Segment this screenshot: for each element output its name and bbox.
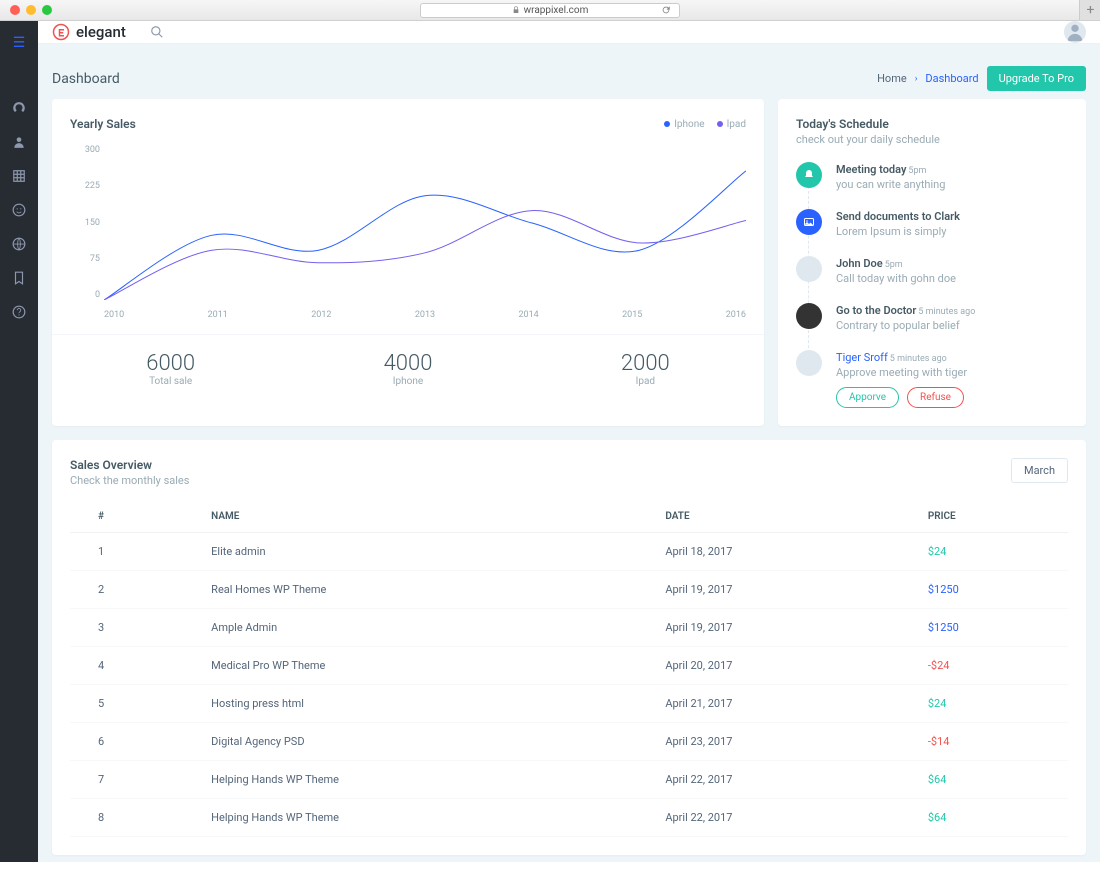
breadcrumb: Home › Dashboard Upgrade To Pro	[877, 66, 1086, 91]
avatar	[796, 350, 822, 376]
feed-item: John Doe5pm Call today with gohn doe	[796, 256, 1068, 285]
browser-chrome: wrappixel.com +	[0, 0, 1100, 21]
dashboard-icon[interactable]	[12, 101, 26, 115]
new-tab-button[interactable]: +	[1079, 0, 1100, 20]
table-row: 3Ample AdminApril 19, 2017$1250	[70, 609, 1068, 647]
col-index: #	[70, 501, 203, 533]
avatar	[796, 303, 822, 329]
smile-icon[interactable]	[12, 203, 26, 217]
url-bar[interactable]: wrappixel.com	[420, 3, 680, 18]
feed-title: Go to the Doctor	[836, 304, 916, 317]
overview-table: # NAME DATE PRICE 1Elite adminApril 18, …	[70, 501, 1068, 837]
brand[interactable]: elegant	[52, 23, 164, 41]
table-row: 6Digital Agency PSDApril 23, 2017-$14	[70, 723, 1068, 761]
reload-icon[interactable]	[661, 5, 671, 15]
sales-title: Yearly Sales	[70, 117, 136, 131]
overview-title: Sales Overview	[70, 458, 189, 472]
feed-time: 5 minutes ago	[890, 354, 947, 364]
col-price: PRICE	[920, 501, 1068, 533]
bell-icon	[796, 162, 822, 188]
topbar: elegant	[38, 21, 1100, 44]
globe-icon[interactable]	[12, 237, 26, 251]
col-name: NAME	[203, 501, 657, 533]
feed-desc: Call today with gohn doe	[836, 272, 1068, 285]
feed-time: 5pm	[885, 260, 903, 270]
crumb-home[interactable]: Home	[877, 72, 907, 85]
crumb-current[interactable]: Dashboard	[925, 72, 978, 85]
x-axis: 2010201120122013201420152016	[104, 310, 746, 320]
schedule-subtitle: check out your daily schedule	[796, 133, 1068, 146]
url-text: wrappixel.com	[524, 5, 589, 16]
feed-title: Tiger Sroff	[836, 351, 888, 364]
schedule-card: Today's Schedule check out your daily sc…	[778, 99, 1086, 426]
feed-desc: Contrary to popular belief	[836, 319, 1068, 332]
feed-title: Send documents to Clark	[836, 210, 960, 223]
chevron-right-icon: ›	[915, 74, 918, 84]
schedule-title: Today's Schedule	[796, 117, 1068, 131]
feed-desc: Lorem Ipsum is simply	[836, 225, 1068, 238]
feed-item: Go to the Doctor5 minutes ago Contrary to…	[796, 303, 1068, 332]
stat: 4000Iphone	[289, 351, 526, 387]
table-row: 1Elite adminApril 18, 2017$24	[70, 533, 1068, 571]
image-icon	[796, 209, 822, 235]
table-icon[interactable]	[12, 169, 26, 183]
sidebar: ☰	[0, 21, 38, 862]
month-select[interactable]: March	[1011, 458, 1068, 483]
stat: 2000Ipad	[527, 351, 764, 387]
feed-title: Meeting today	[836, 163, 906, 176]
upgrade-button[interactable]: Upgrade To Pro	[987, 66, 1086, 91]
feed-time: 5pm	[908, 166, 926, 176]
feed-item: Send documents to Clark Lorem Ipsum is si…	[796, 209, 1068, 238]
window-controls[interactable]	[10, 5, 52, 15]
lock-icon	[512, 6, 520, 14]
legend-label-iphone: Iphone	[674, 119, 704, 130]
y-axis: 300225150750	[70, 145, 100, 300]
yearly-sales-card: Yearly Sales Iphone Ipad 300225150750 20…	[52, 99, 764, 426]
stat: 6000Total sale	[52, 351, 289, 387]
table-row: 5Hosting press htmlApril 21, 2017$24	[70, 685, 1068, 723]
col-date: DATE	[657, 501, 920, 533]
table-row: 7Helping Hands WP ThemeApril 22, 2017$64	[70, 761, 1068, 799]
sales-overview-card: Sales Overview Check the monthly sales M…	[52, 440, 1086, 855]
bookmark-icon[interactable]	[12, 271, 26, 285]
feed-desc: you can write anything	[836, 178, 1068, 191]
avatar	[796, 256, 822, 282]
approve-button[interactable]: Apporve	[836, 387, 899, 408]
table-row: 2Real Homes WP ThemeApril 19, 2017$1250	[70, 571, 1068, 609]
overview-subtitle: Check the monthly sales	[70, 474, 189, 487]
feed-item: Tiger Sroff5 minutes ago Approve meeting …	[796, 350, 1068, 408]
feed-title: John Doe	[836, 257, 883, 270]
feed-time: 5 minutes ago	[918, 307, 975, 317]
table-row: 4Medical Pro WP ThemeApril 20, 2017-$24	[70, 647, 1068, 685]
help-icon[interactable]	[12, 305, 26, 319]
feed-desc: Approve meeting with tiger	[836, 366, 1068, 379]
menu-toggle-icon[interactable]: ☰	[13, 35, 26, 51]
search-icon[interactable]	[150, 25, 164, 39]
schedule-feed: Meeting today5pmyou can write anythingSe…	[796, 162, 1068, 408]
chart-legend: Iphone Ipad	[664, 119, 746, 130]
feed-item: Meeting today5pm you can write anything	[796, 162, 1068, 191]
sales-stats: 6000Total sale4000Iphone2000Ipad	[52, 334, 764, 403]
user-avatar[interactable]	[1064, 21, 1086, 43]
legend-label-ipad: Ipad	[727, 119, 746, 130]
sales-chart: 300225150750 201020112012201320142015201…	[70, 145, 746, 320]
table-row: 8Helping Hands WP ThemeApril 22, 2017$64	[70, 799, 1068, 837]
page-title: Dashboard	[52, 71, 120, 87]
refuse-button[interactable]: Refuse	[907, 387, 964, 408]
brand-icon	[52, 23, 70, 41]
brand-text: elegant	[76, 23, 126, 41]
user-icon[interactable]	[12, 135, 26, 149]
legend-dot-ipad	[717, 121, 723, 127]
legend-dot-iphone	[664, 121, 670, 127]
